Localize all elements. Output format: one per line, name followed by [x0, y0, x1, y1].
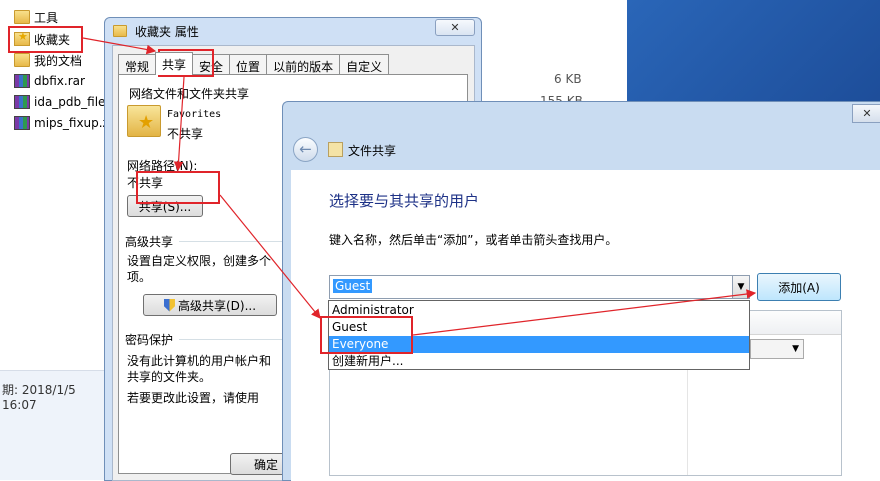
tab-sharing[interactable]: 共享: [155, 52, 194, 75]
annotation-arrows: [82, 37, 757, 336]
